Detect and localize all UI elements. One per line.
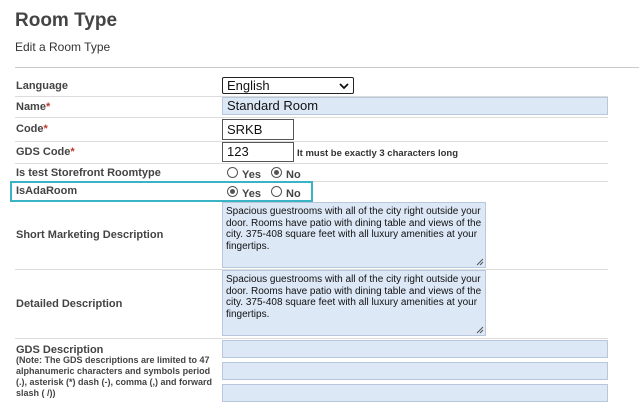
header-divider: [15, 67, 639, 68]
detailed-desc-text: Spacious guestrooms with all of the city…: [226, 274, 482, 320]
page-subtitle: Edit a Room Type: [15, 40, 111, 54]
row-divider: [15, 163, 608, 164]
row-divider: [15, 141, 608, 142]
language-label: Language: [16, 80, 68, 92]
page-title: Room Type: [15, 10, 118, 31]
row-divider: [15, 117, 608, 118]
gds-desc-input-3[interactable]: [222, 384, 608, 402]
gds-desc-input-1[interactable]: [222, 340, 608, 358]
gds-code-input[interactable]: 123: [222, 142, 294, 162]
detailed-desc-textarea[interactable]: Spacious guestrooms with all of the city…: [222, 270, 486, 336]
gds-code-hint: It must be exactly 3 characters long: [297, 148, 459, 159]
gds-desc-input-2[interactable]: [222, 362, 608, 380]
chevron-down-icon: [339, 83, 349, 90]
gds-code-label: GDS Code*: [16, 146, 75, 158]
code-input[interactable]: SRKB: [222, 119, 294, 140]
name-label: Name*: [16, 101, 51, 113]
resize-grip-icon[interactable]: [476, 258, 484, 266]
is-test-no-radio[interactable]: [271, 167, 282, 178]
is-test-label: Is test Storefront Roomtype: [16, 167, 161, 179]
code-label: Code*: [16, 123, 48, 135]
short-desc-text: Spacious guestrooms with all of the city…: [226, 206, 482, 252]
short-desc-textarea[interactable]: Spacious guestrooms with all of the city…: [222, 202, 486, 268]
language-value: English: [227, 78, 270, 93]
is-test-yes-radio[interactable]: [227, 167, 238, 178]
is-test-no-label: No: [286, 169, 301, 181]
is-test-yes-label: Yes: [242, 169, 261, 181]
short-desc-label: Short Marketing Description: [16, 229, 164, 241]
language-select[interactable]: English: [222, 77, 354, 94]
detailed-desc-label: Detailed Description: [16, 298, 123, 310]
resize-grip-icon[interactable]: [476, 326, 484, 334]
row-divider: [15, 338, 608, 339]
gds-desc-note: (Note: The GDS descriptions are limited …: [16, 355, 213, 398]
is-ada-highlight: [10, 181, 313, 202]
name-input[interactable]: Standard Room: [222, 97, 608, 115]
